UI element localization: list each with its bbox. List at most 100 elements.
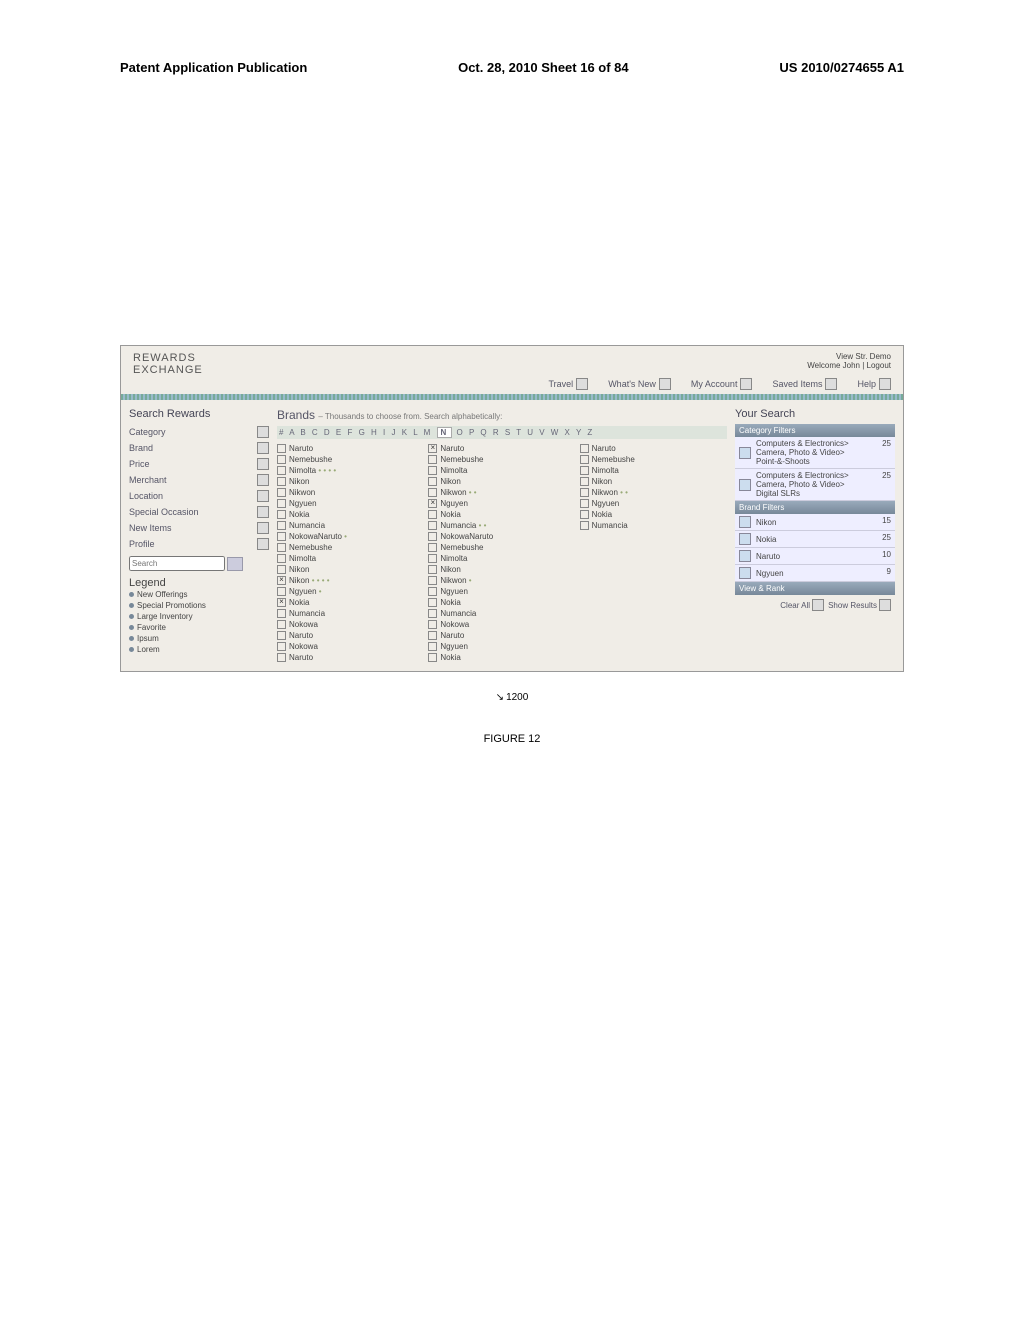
brand-checkbox-item[interactable]: Nimolta [428, 465, 575, 476]
clear-all-button[interactable]: Clear All [780, 599, 824, 611]
brand-checkbox-item[interactable]: Ngyuen • [277, 586, 424, 597]
checkbox-icon[interactable] [277, 488, 286, 497]
brand-checkbox-item[interactable]: Nikwon • [428, 575, 575, 586]
checkbox-icon[interactable] [428, 477, 437, 486]
brand-checkbox-item[interactable]: Nikon • • • • [277, 575, 424, 586]
brand-checkbox-item[interactable]: Naruto [428, 630, 575, 641]
brand-checkbox-item[interactable]: Nokia [428, 652, 575, 663]
checkbox-icon[interactable] [428, 587, 437, 596]
checkbox-icon[interactable] [428, 532, 437, 541]
checkbox-icon[interactable] [277, 554, 286, 563]
checkbox-icon[interactable] [580, 455, 589, 464]
checkbox-icon[interactable] [277, 510, 286, 519]
checkbox-icon[interactable] [428, 565, 437, 574]
logout-link[interactable]: Logout [867, 361, 891, 370]
checkbox-icon[interactable] [428, 576, 437, 585]
checkbox-icon[interactable] [277, 477, 286, 486]
brand-checkbox-item[interactable]: Nemebushe [580, 454, 727, 465]
brand-checkbox-item[interactable]: Nemebushe [277, 542, 424, 553]
brand-filter-row[interactable]: Naruto10 [735, 548, 895, 565]
alpha-strip[interactable]: # A B C D E F G H I J K L M N O P Q R S … [277, 426, 727, 439]
brand-checkbox-item[interactable]: Nguyen [428, 498, 575, 509]
brand-checkbox-item[interactable]: Nokia [277, 509, 424, 520]
checkbox-icon[interactable] [277, 543, 286, 552]
brand-checkbox-item[interactable]: Nemebushe [428, 542, 575, 553]
brand-checkbox-item[interactable]: Nemebushe [428, 454, 575, 465]
checkbox-icon[interactable] [580, 499, 589, 508]
checkbox-icon[interactable] [428, 455, 437, 464]
checkbox-icon[interactable] [428, 499, 437, 508]
checkbox-icon[interactable] [580, 510, 589, 519]
checkbox-icon[interactable] [428, 620, 437, 629]
sidebar-item-new-items[interactable]: New Items [129, 520, 269, 536]
brand-checkbox-item[interactable]: Naruto [277, 630, 424, 641]
brand-checkbox-item[interactable]: Numancia [277, 608, 424, 619]
checkbox-icon[interactable] [428, 598, 437, 607]
checkbox-icon[interactable] [580, 477, 589, 486]
brand-checkbox-item[interactable]: Nokia [580, 509, 727, 520]
sidebar-item-location[interactable]: Location [129, 488, 269, 504]
checkbox-icon[interactable] [277, 609, 286, 618]
brand-checkbox-item[interactable]: Nokowa [277, 619, 424, 630]
brand-checkbox-item[interactable]: Ngyuen [277, 498, 424, 509]
checkbox-icon[interactable] [428, 642, 437, 651]
brand-checkbox-item[interactable]: Numancia [277, 520, 424, 531]
brand-checkbox-item[interactable]: Nimolta • • • • [277, 465, 424, 476]
checkbox-icon[interactable] [428, 609, 437, 618]
brand-checkbox-item[interactable]: Ngyuen [428, 586, 575, 597]
brand-checkbox-item[interactable]: Nikon [428, 564, 575, 575]
sidebar-item-profile[interactable]: Profile [129, 536, 269, 552]
checkbox-icon[interactable] [428, 466, 437, 475]
brand-checkbox-item[interactable]: Numancia [580, 520, 727, 531]
sidebar-item-merchant[interactable]: Merchant [129, 472, 269, 488]
checkbox-icon[interactable] [277, 653, 286, 662]
checkbox-icon[interactable] [277, 576, 286, 585]
brand-checkbox-item[interactable]: Naruto [580, 443, 727, 454]
brand-checkbox-item[interactable]: Nokia [428, 509, 575, 520]
checkbox-icon[interactable] [277, 466, 286, 475]
checkbox-icon[interactable] [277, 532, 286, 541]
brand-checkbox-item[interactable]: NokowaNaruto [428, 531, 575, 542]
checkbox-icon[interactable] [580, 488, 589, 497]
brand-checkbox-item[interactable]: Numancia • • [428, 520, 575, 531]
brand-checkbox-item[interactable]: Nikwon • • [428, 487, 575, 498]
brand-checkbox-item[interactable]: Nimolta [277, 553, 424, 564]
brand-checkbox-item[interactable]: Ngyuen [580, 498, 727, 509]
brand-filter-row[interactable]: Nikon15 [735, 514, 895, 531]
brand-checkbox-item[interactable]: NokowaNaruto • [277, 531, 424, 542]
checkbox-icon[interactable] [428, 444, 437, 453]
sidebar-item-brand[interactable]: Brand [129, 440, 269, 456]
nav-help[interactable]: Help [857, 378, 891, 390]
checkbox-icon[interactable] [428, 510, 437, 519]
brand-checkbox-item[interactable]: Nikon [277, 476, 424, 487]
sidebar-item-price[interactable]: Price [129, 456, 269, 472]
brand-filter-row[interactable]: Ngyuen9 [735, 565, 895, 582]
nav-whatsnew[interactable]: What's New [608, 378, 671, 390]
brand-checkbox-item[interactable]: Naruto [428, 443, 575, 454]
checkbox-icon[interactable] [277, 499, 286, 508]
brand-checkbox-item[interactable]: Nikwon • • [580, 487, 727, 498]
category-filter-1[interactable]: Computers & Electronics> Camera, Photo &… [735, 437, 895, 469]
brand-checkbox-item[interactable]: Numancia [428, 608, 575, 619]
nav-saved[interactable]: Saved Items [772, 378, 837, 390]
sidebar-item-category[interactable]: Category [129, 424, 269, 440]
checkbox-icon[interactable] [277, 565, 286, 574]
checkbox-icon[interactable] [277, 620, 286, 629]
show-results-button[interactable]: Show Results [828, 599, 891, 611]
checkbox-icon[interactable] [428, 631, 437, 640]
checkbox-icon[interactable] [580, 521, 589, 530]
nav-travel[interactable]: Travel [549, 378, 589, 390]
sidebar-item-special-occasion[interactable]: Special Occasion [129, 504, 269, 520]
checkbox-icon[interactable] [580, 466, 589, 475]
brand-checkbox-item[interactable]: Naruto [277, 652, 424, 663]
checkbox-icon[interactable] [277, 455, 286, 464]
checkbox-icon[interactable] [277, 642, 286, 651]
checkbox-icon[interactable] [277, 521, 286, 530]
checkbox-icon[interactable] [428, 521, 437, 530]
checkbox-icon[interactable] [277, 444, 286, 453]
brand-checkbox-item[interactable]: Nikon [428, 476, 575, 487]
brand-checkbox-item[interactable]: Nikon [277, 564, 424, 575]
search-go-button[interactable] [227, 557, 243, 571]
checkbox-icon[interactable] [428, 543, 437, 552]
category-filter-2[interactable]: Computers & Electronics> Camera, Photo &… [735, 469, 895, 501]
